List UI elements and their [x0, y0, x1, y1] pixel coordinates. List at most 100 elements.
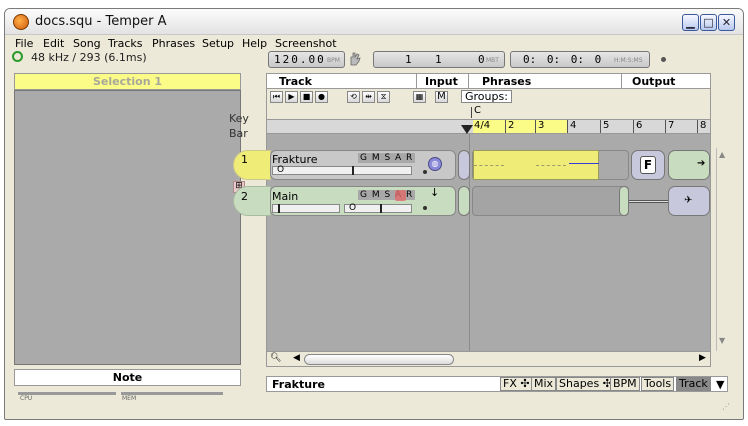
menu-tracks[interactable]: Tracks [108, 37, 143, 50]
maximize-button[interactable]: □ [700, 14, 717, 31]
track-1-fader-handle[interactable] [352, 166, 354, 175]
track-1-fader[interactable] [272, 166, 412, 175]
transport-toolbar: ⏮ ▶ ■ ● ⟲ ⇹ ⧖ ▦ M Groups: [266, 89, 711, 105]
selected-track-name: Frakture [272, 378, 325, 391]
horizontal-scroll-thumb[interactable] [304, 354, 454, 365]
punch-icon[interactable]: ⇹ [362, 91, 375, 103]
track-1-instrument-icon[interactable]: ◍ [428, 157, 442, 171]
tab-mix[interactable]: Mix [531, 377, 557, 391]
time-display[interactable]: 0: 0: 0: 0 H:M:S:MS [510, 51, 650, 68]
record-indicator-icon [661, 57, 666, 62]
mbt-tick: 0 [478, 53, 485, 66]
track-1-phrase-clip[interactable] [473, 150, 599, 180]
track-2-record-armed[interactable] [395, 190, 406, 201]
track-2-phrase-lane[interactable] [472, 186, 629, 216]
bar-8: 8 [697, 120, 706, 133]
time-value: 0: 0: 0: 0 [523, 53, 602, 66]
key-marker: C [474, 105, 481, 116]
track-1-number: 1 [241, 153, 248, 166]
rewind-icon[interactable]: ⏮ [270, 91, 283, 103]
tempo-display[interactable]: 120.00 BPM [268, 51, 345, 68]
menu-setup[interactable]: Setup [202, 37, 234, 50]
track-2-input-node[interactable] [458, 186, 470, 216]
selection-title[interactable]: Selection 1 [14, 73, 241, 90]
groups-field[interactable]: Groups: [461, 90, 512, 103]
window-title: docs.squ - Temper A [35, 14, 167, 29]
menu-song[interactable]: Song [73, 37, 101, 50]
power-icon[interactable] [12, 51, 23, 62]
track-2-left-handle[interactable] [278, 204, 280, 213]
bar-5: 5 [600, 120, 609, 133]
title-bar: docs.squ - Temper A ▁ □ ✕ [5, 9, 743, 35]
bar-2: 2 [505, 120, 514, 133]
time-unit: H:M:S:MS [614, 57, 643, 64]
metronome-icon[interactable]: ⧖ [377, 91, 390, 103]
sample-rate-readout: 48 kHz / 293 (6.1ms) [31, 51, 147, 64]
app-logo-icon [13, 14, 29, 30]
menu-screenshot[interactable]: Screenshot [275, 37, 337, 50]
selection-panel[interactable] [14, 90, 241, 365]
track-2-dot-icon [423, 206, 427, 210]
minimize-button[interactable]: ▁ [682, 14, 699, 31]
track-2-phrase-end[interactable] [619, 186, 629, 216]
scroll-left-icon[interactable]: ◀ [293, 353, 300, 363]
close-button[interactable]: ✕ [718, 14, 735, 31]
track-2-fader-value: O [349, 203, 357, 213]
track-2-tab[interactable] [233, 186, 271, 216]
key-label: Key [229, 112, 249, 125]
tab-bpm[interactable]: BPM [610, 377, 640, 391]
m-button[interactable]: M [435, 91, 448, 103]
hand-icon[interactable] [348, 51, 362, 66]
menu-help[interactable]: Help [242, 37, 267, 50]
menu-phrases[interactable]: Phrases [152, 37, 195, 50]
loop-icon[interactable]: ⟲ [347, 91, 360, 103]
mem-meter [121, 392, 223, 395]
tab-fx[interactable]: FX ✣ [500, 377, 533, 391]
bar-3: 3 [535, 120, 544, 133]
scroll-up-icon[interactable]: ▲ [719, 150, 725, 159]
tab-tools[interactable]: Tools [641, 377, 675, 391]
mbt-beat: 1 [435, 53, 442, 66]
menu-edit[interactable]: Edit [43, 37, 64, 50]
track-1-output-label[interactable]: F [640, 156, 656, 174]
record-icon[interactable]: ● [315, 91, 328, 103]
tab-shapes[interactable]: Shapes ✣ [556, 377, 615, 391]
tab-track[interactable]: Track [676, 377, 711, 391]
cpu-meter [18, 392, 116, 395]
track-1-tab[interactable] [233, 150, 271, 180]
play-icon[interactable]: ▶ [285, 91, 298, 103]
grid-icon[interactable]: ▦ [413, 91, 426, 103]
bar-label: Bar [229, 127, 248, 140]
track-header: Track Input Phrases Output [266, 73, 711, 89]
bar-ruler[interactable]: 4/4 2 3 4 5 6 7 8 [266, 119, 711, 134]
vertical-scrollbar[interactable]: ▲ ▼ [716, 148, 729, 351]
mbt-display[interactable]: 1 1 0 MBT [373, 51, 505, 68]
header-input: Input [425, 75, 458, 88]
zoom-icon[interactable]: 🔍︎ [270, 353, 281, 363]
time-signature: 4/4 [474, 120, 491, 131]
resize-grip-icon[interactable]: ⋰ [722, 402, 730, 411]
track-2-speaker-icon: ✈ [684, 195, 693, 206]
key-ruler: C [266, 105, 711, 119]
track-2-left-fader[interactable] [272, 204, 340, 213]
header-phrases: Phrases [482, 75, 532, 88]
track-2-buttons[interactable]: G M S A R [358, 190, 416, 200]
playhead-icon[interactable] [461, 125, 473, 134]
stop-icon[interactable]: ■ [300, 91, 313, 103]
bar-4: 4 [567, 120, 576, 133]
scroll-down-icon[interactable]: ▼ [719, 336, 725, 345]
track-1-buttons[interactable]: G M S A R [358, 153, 416, 163]
track-2-name[interactable]: Main [272, 190, 298, 203]
track-1-input-node[interactable] [458, 150, 470, 180]
track-1-dot-icon [423, 170, 427, 174]
scroll-right-icon[interactable]: ▶ [699, 353, 706, 363]
mbt-bar: 1 [405, 53, 412, 66]
track-1-fader-value: O [277, 165, 285, 175]
tempo-unit: BPM [327, 57, 340, 64]
tabs-dropdown-icon[interactable]: ▼ [716, 378, 724, 391]
track-2-route-line [629, 200, 669, 203]
track-2-down-arrow-icon[interactable]: ↓ [430, 186, 439, 199]
note-title[interactable]: Note [14, 369, 241, 386]
track-2-right-handle[interactable] [380, 204, 382, 213]
menu-file[interactable]: File [15, 37, 33, 50]
